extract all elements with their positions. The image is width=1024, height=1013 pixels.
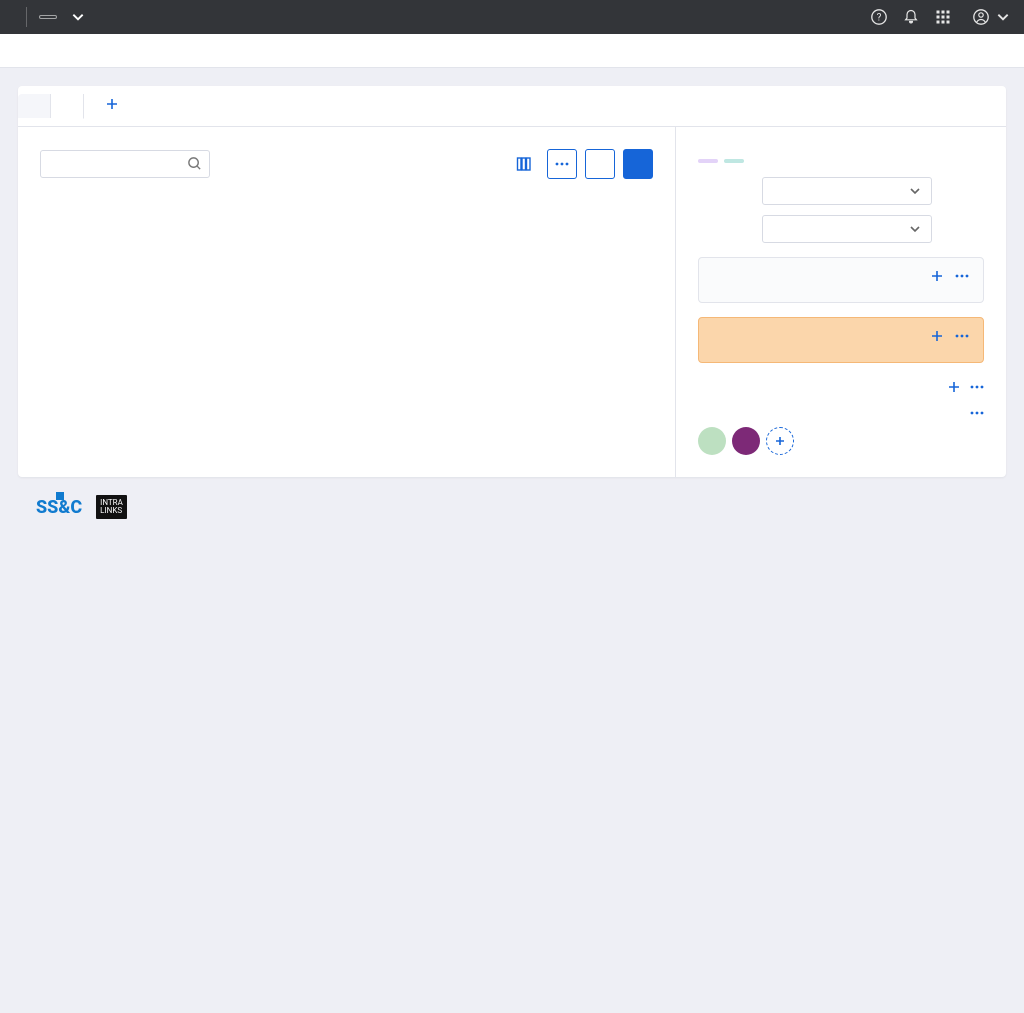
tab-diligence-checklist[interactable] bbox=[51, 94, 84, 119]
columns-icon[interactable] bbox=[509, 149, 539, 179]
tag-accounting bbox=[724, 159, 744, 163]
apps-icon[interactable] bbox=[934, 8, 952, 26]
more-button[interactable] bbox=[547, 149, 577, 179]
assignees-header bbox=[698, 411, 984, 415]
detail-panel bbox=[676, 127, 1006, 477]
chevron-down-icon bbox=[996, 10, 1010, 24]
internal-notes-more[interactable] bbox=[955, 334, 969, 338]
add-internal-note[interactable] bbox=[927, 330, 943, 342]
chevron-down-icon bbox=[71, 10, 85, 24]
add-external-note[interactable] bbox=[927, 270, 943, 282]
assignees-more[interactable] bbox=[970, 411, 984, 415]
intralinks-badge: INTRALINKS bbox=[96, 495, 127, 519]
plus-icon bbox=[931, 330, 943, 342]
chevron-down-icon bbox=[909, 185, 921, 197]
linked-documents-header bbox=[698, 381, 984, 393]
create-item-button[interactable] bbox=[623, 149, 653, 179]
detail-tags bbox=[698, 159, 984, 163]
checklist-toolbar bbox=[40, 149, 653, 179]
tab-document-request-list[interactable] bbox=[18, 94, 51, 118]
chevron-down-icon bbox=[909, 223, 921, 235]
divider bbox=[26, 7, 27, 27]
page-footer: SS&C INTRALINKS bbox=[18, 477, 1006, 541]
search-icon[interactable] bbox=[187, 156, 202, 171]
avatar-da[interactable] bbox=[698, 427, 726, 455]
external-notes-more[interactable] bbox=[955, 274, 969, 278]
external-notes bbox=[698, 257, 984, 303]
add-document[interactable] bbox=[944, 381, 960, 393]
add-assignee-button[interactable] bbox=[766, 427, 794, 455]
plus-icon bbox=[931, 270, 943, 282]
project-switcher[interactable] bbox=[65, 10, 85, 24]
project-status-pill bbox=[39, 15, 57, 19]
linked-docs-more[interactable] bbox=[970, 385, 984, 389]
plus-icon bbox=[106, 99, 118, 114]
status-select[interactable] bbox=[762, 177, 932, 205]
search-input-wrap bbox=[40, 150, 210, 178]
checklist-tabbar bbox=[18, 86, 1006, 127]
help-icon[interactable]: ? bbox=[870, 8, 888, 26]
main-nav bbox=[0, 34, 1024, 68]
search-input[interactable] bbox=[40, 150, 210, 178]
internal-notes bbox=[698, 317, 984, 363]
ssc-logo: SS&C bbox=[36, 497, 82, 518]
avatar-br[interactable] bbox=[732, 427, 760, 455]
priority-select[interactable] bbox=[762, 215, 932, 243]
user-icon bbox=[972, 8, 990, 26]
assignee-avatars bbox=[698, 427, 984, 455]
plus-icon bbox=[948, 381, 960, 393]
svg-text:?: ? bbox=[877, 13, 882, 24]
user-menu[interactable] bbox=[966, 8, 1010, 26]
bell-icon[interactable] bbox=[902, 8, 920, 26]
export-button[interactable] bbox=[585, 149, 615, 179]
tab-create-checklist[interactable] bbox=[84, 86, 134, 126]
app-header: ? bbox=[0, 0, 1024, 34]
tag-finance bbox=[698, 159, 718, 163]
